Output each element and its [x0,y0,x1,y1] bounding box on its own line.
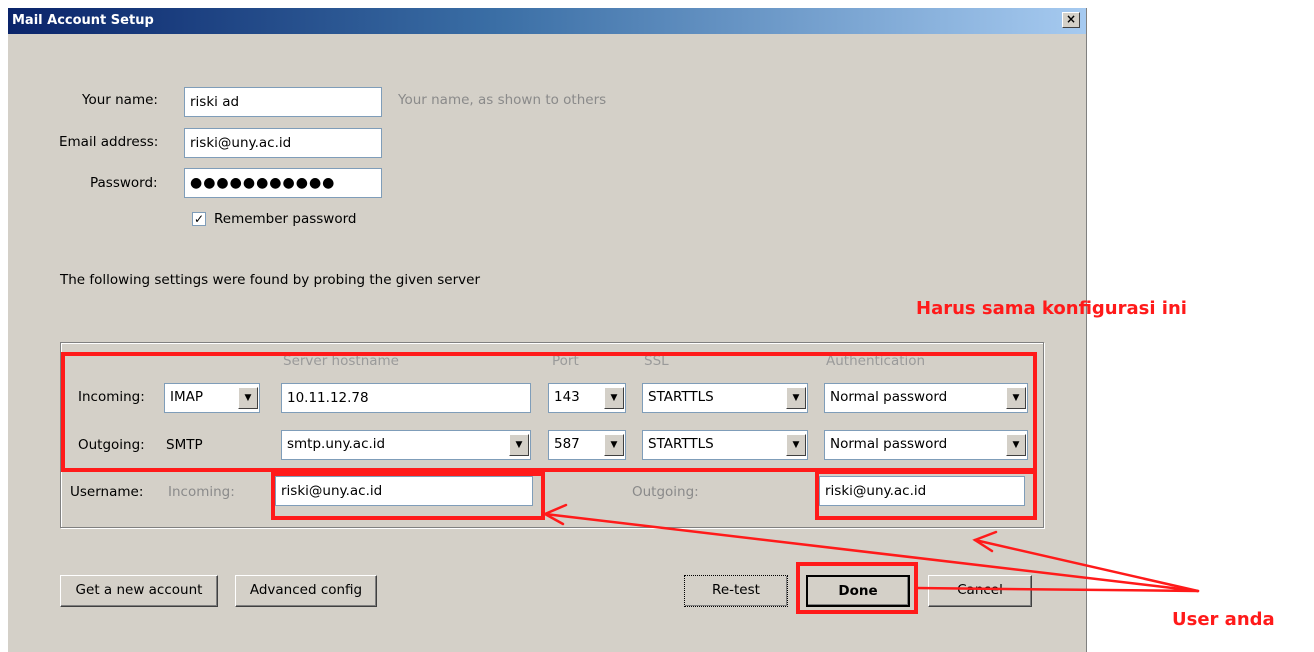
arrow-to-done [914,586,1200,593]
arrow-to-outgoing-username [973,538,1200,593]
annotation-arrows [542,503,1200,593]
arrow-to-incoming-username [543,512,1200,593]
